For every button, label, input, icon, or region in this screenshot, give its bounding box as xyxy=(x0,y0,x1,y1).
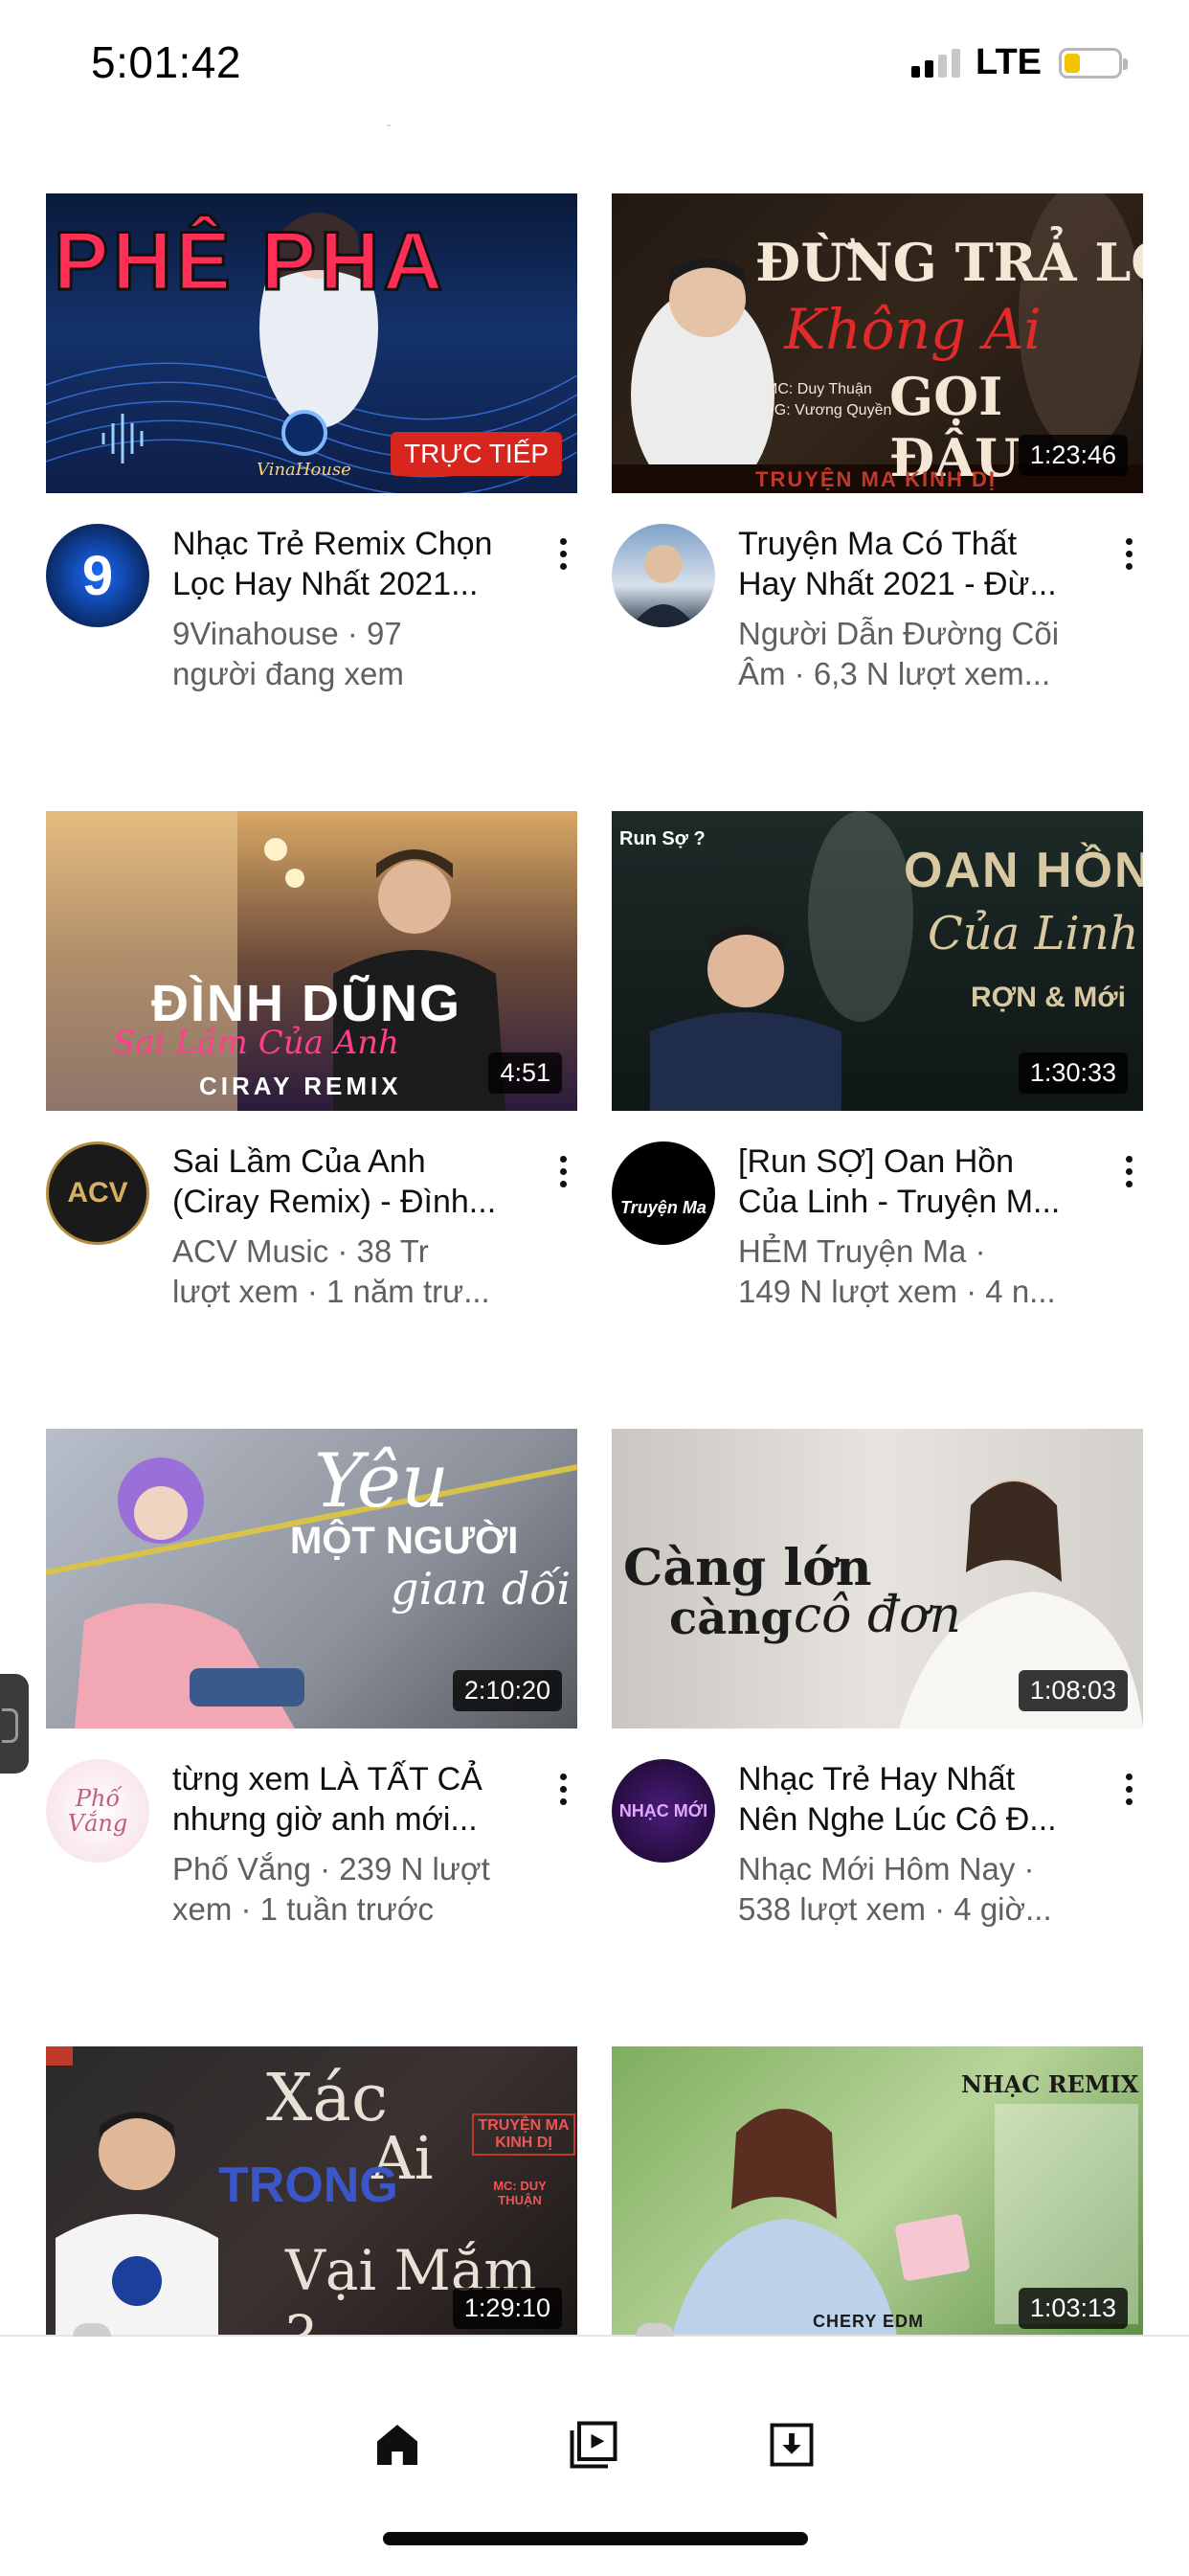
thumbnail-credit: MC: Duy Thuận xyxy=(765,381,872,397)
thumbnail-subtitle: MỘT NGƯỜI xyxy=(290,1520,519,1562)
video-title[interactable]: [Run SỢ] Oan Hồn Của Linh - Truyện M... xyxy=(738,1141,1083,1222)
floating-side-handle[interactable] xyxy=(0,1674,29,1774)
duration-badge: 1:03:13 xyxy=(1018,2288,1128,2329)
video-card[interactable]: Yêu MỘT NGƯỜI gian dối 2:10:20 Phố Vắng … xyxy=(46,1429,577,2046)
home-icon xyxy=(377,2425,417,2465)
thumbnail-title: Yêu xyxy=(314,1438,450,1525)
video-thumbnail[interactable]: NHẠC REMIX CHERY EDM 1:03:13 xyxy=(612,2046,1143,2346)
video-meta: Truyện Ma [Run SỢ] Oan Hồn Của Linh - Tr… xyxy=(612,1141,1143,1309)
peek-avatar xyxy=(636,2323,674,2337)
channel-avatar[interactable]: Truyện Ma xyxy=(612,1141,715,1245)
video-meta: Truyện Ma Có Thất Hay Nhất 2021 - Đừ... … xyxy=(612,524,1143,691)
duration-badge: 4:51 xyxy=(488,1052,562,1094)
video-thumbnail[interactable]: PHÊ PHA VinaHouse TRỰC TIẾP xyxy=(46,193,577,493)
video-subtitle: 9Vinahouse · 97 người đang xem xyxy=(172,616,404,691)
video-subtitle: Người Dẫn Đường Cõi Âm · 6,3 N lượt xem.… xyxy=(738,616,1060,691)
more-options-icon[interactable] xyxy=(549,530,577,577)
channel-avatar[interactable]: Phố Vắng xyxy=(46,1759,149,1863)
video-card[interactable]: ĐÌNH DŨNG Sai Lầm Của Anh CIRAY REMIX 4:… xyxy=(46,811,577,1429)
thumbnail-script: Sai Lầm Của Anh xyxy=(113,1024,400,1062)
more-options-icon[interactable] xyxy=(1114,1765,1143,1813)
thumbnail-corner: Run Sợ ? xyxy=(619,828,706,849)
home-icon[interactable] xyxy=(364,2411,431,2478)
video-thumbnail[interactable]: Yêu MỘT NGƯỜI gian dối 2:10:20 xyxy=(46,1429,577,1729)
video-subtitle: Nhạc Mới Hôm Nay · 538 lượt xem · 4 giờ.… xyxy=(738,1851,1052,1927)
video-thumbnail[interactable]: ĐỪNG TRẢ LỜI Không Ai GỌI ĐÂU MC: Duy Th… xyxy=(612,193,1143,493)
video-meta: NHẠC MỚI Nhạc Trẻ Hay Nhất Nên Nghe Lúc … xyxy=(612,1759,1143,1927)
channel-avatar[interactable]: NHẠC MỚI xyxy=(612,1759,715,1863)
thumbnail-brand: VinaHouse xyxy=(257,460,351,480)
video-meta: 9 Nhạc Trẻ Remix Chọn Lọc Hay Nhất 2021.… xyxy=(46,524,577,691)
subscriptions-icon[interactable] xyxy=(560,2411,627,2478)
thumbnail-credit: TRUYỆN MA KINH DỊ xyxy=(472,2113,575,2156)
network-type: LTE xyxy=(976,42,1042,82)
thumbnail-credit: TG: Vương Quyền xyxy=(765,402,892,418)
more-options-icon[interactable] xyxy=(1114,530,1143,577)
thumbnail-credit: MC: DUY THUẬN xyxy=(493,2179,547,2207)
video-card[interactable]: PHÊ PHA VinaHouse TRỰC TIẾP 9 Nhạc Trẻ R… xyxy=(46,193,577,811)
channel-avatar[interactable] xyxy=(612,524,715,627)
downloads-icon xyxy=(770,2423,814,2467)
video-thumbnail[interactable]: ĐÌNH DŨNG Sai Lầm Của Anh CIRAY REMIX 4:… xyxy=(46,811,577,1111)
thumbnail-subtitle: CHERY EDM xyxy=(813,2312,925,2331)
video-title[interactable]: Nhạc Trẻ Hay Nhất Nên Nghe Lúc Cô Đ... xyxy=(738,1759,1083,1840)
thumbnail-subtitle: RỢN & Mới xyxy=(971,982,1126,1013)
thumbnail-subtitle: TRONG xyxy=(218,2158,398,2213)
thumbnail-subtitle: CIRAY REMIX xyxy=(199,1072,402,1100)
video-thumbnail[interactable]: Run Sợ ? OAN HỒN Của Linh RỢN & Mới 1:30… xyxy=(612,811,1143,1111)
video-subtitle: ACV Music · 38 Tr lượt xem · 1 năm trư..… xyxy=(172,1233,490,1309)
video-card[interactable]: Càng lớn càng cô đơn 1:08:03 NHẠC MỚI Nh… xyxy=(612,1429,1143,2046)
video-meta: ACV Sai Lầm Của Anh (Ciray Remix) - Đình… xyxy=(46,1141,577,1309)
video-title[interactable]: Sai Lầm Của Anh (Ciray Remix) - Đình... xyxy=(172,1141,517,1222)
thumbnail-title: ĐỪNG TRẢ LỜI xyxy=(755,232,1143,293)
more-options-icon[interactable] xyxy=(549,1765,577,1813)
home-indicator[interactable] xyxy=(383,2532,808,2545)
battery-icon xyxy=(1059,47,1128,79)
divider xyxy=(387,124,391,126)
live-badge: TRỰC TIẾP xyxy=(391,432,562,476)
video-card[interactable]: ĐỪNG TRẢ LỜI Không Ai GỌI ĐÂU MC: Duy Th… xyxy=(612,193,1143,811)
subscriptions-icon xyxy=(570,2421,617,2469)
battery-level xyxy=(1065,53,1080,73)
thumbnail-script: Của Linh xyxy=(928,907,1139,960)
duration-badge: 1:08:03 xyxy=(1018,1670,1128,1711)
video-title[interactable]: Truyện Ma Có Thất Hay Nhất 2021 - Đừ... xyxy=(738,524,1083,604)
status-indicators: LTE xyxy=(911,42,1128,83)
signal-icon xyxy=(911,48,961,78)
video-title[interactable]: từng xem LÀ TẤT CẢ nhưng giờ anh mới... xyxy=(172,1759,517,1840)
status-bar: 5:01:42 LTE xyxy=(0,0,1189,124)
thumbnail-script: Không Ai xyxy=(784,297,1042,362)
channel-avatar[interactable]: 9 xyxy=(46,524,149,627)
video-subtitle: Phố Vắng · 239 N lượt xem · 1 tuần trước xyxy=(172,1851,490,1927)
channel-avatar[interactable]: ACV xyxy=(46,1141,149,1245)
video-grid: PHÊ PHA VinaHouse TRỰC TIẾP 9 Nhạc Trẻ R… xyxy=(46,193,1143,2429)
duration-badge: 1:23:46 xyxy=(1018,435,1128,476)
video-thumbnail[interactable]: Xác Ai TRONG Vại Mắm ? TRUYỆN MA KINH DỊ… xyxy=(46,2046,577,2346)
duration-badge: 1:29:10 xyxy=(452,2288,562,2329)
thumbnail-script: cô đơn xyxy=(794,1587,962,1644)
thumbnail-footer: TRUYỆN MA KINH DỊ xyxy=(755,467,997,491)
thumbnail-subtitle: càng xyxy=(669,1592,793,1645)
peek-avatar xyxy=(73,2323,111,2337)
video-card[interactable]: Run Sợ ? OAN HỒN Của Linh RỢN & Mới 1:30… xyxy=(612,811,1143,1429)
downloads-icon[interactable] xyxy=(758,2411,825,2478)
more-options-icon[interactable] xyxy=(1114,1147,1143,1195)
more-options-icon[interactable] xyxy=(549,1147,577,1195)
video-thumbnail[interactable]: Càng lớn càng cô đơn 1:08:03 xyxy=(612,1429,1143,1729)
avatar-image xyxy=(631,545,696,627)
thumbnail-title: OAN HỒN xyxy=(904,843,1143,898)
duration-badge: 1:30:33 xyxy=(1018,1052,1128,1094)
video-subtitle: HẺM Truyện Ma · 149 N lượt xem · 4 n... xyxy=(738,1233,1056,1309)
thumbnail-title: Xác xyxy=(266,2061,389,2136)
video-meta: Phố Vắng từng xem LÀ TẤT CẢ nhưng giờ an… xyxy=(46,1759,577,1927)
thumbnail-title: NHẠC REMIX xyxy=(961,2070,1139,2098)
video-title[interactable]: Nhạc Trẻ Remix Chọn Lọc Hay Nhất 2021... xyxy=(172,524,517,604)
thumbnail-title: PHÊ PHA xyxy=(52,215,447,307)
duration-badge: 2:10:20 xyxy=(452,1670,562,1711)
status-time: 5:01:42 xyxy=(91,37,241,87)
thumbnail-script: gian dối xyxy=(391,1563,572,1615)
